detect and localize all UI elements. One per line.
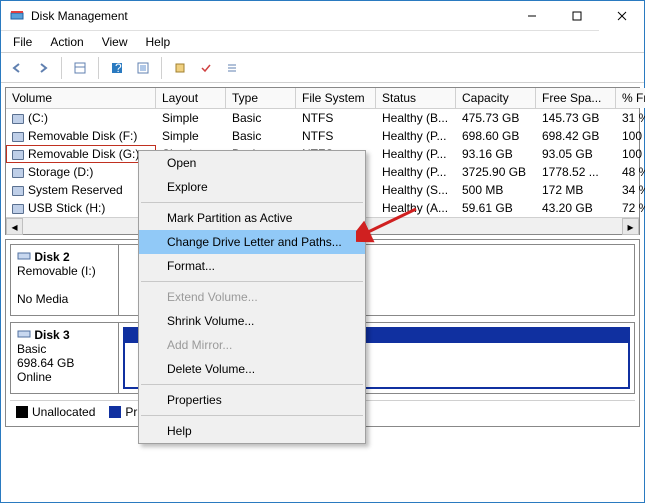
settings-button[interactable]	[168, 56, 192, 80]
col-free[interactable]: Free Spa...	[536, 88, 616, 108]
ctx-properties[interactable]: Properties	[139, 388, 365, 412]
back-button[interactable]	[5, 56, 29, 80]
disk3-status: Online	[17, 370, 52, 384]
disk2-info: Disk 2 Removable (I:) No Media	[11, 245, 119, 315]
menubar: File Action View Help	[1, 31, 644, 53]
svg-text:?: ?	[115, 61, 122, 75]
disk3-name: Disk 3	[34, 328, 69, 342]
col-type[interactable]: Type	[226, 88, 296, 108]
scroll-left-button[interactable]: ◂	[6, 218, 23, 235]
ctx-change-drive-letter[interactable]: Change Drive Letter and Paths...	[139, 230, 365, 254]
legend-unallocated: Unallocated	[16, 405, 95, 419]
table-row[interactable]: (C:)SimpleBasicNTFSHealthy (B...475.73 G…	[6, 109, 639, 127]
ctx-add-mirror: Add Mirror...	[139, 333, 365, 357]
ctx-mark-active[interactable]: Mark Partition as Active	[139, 206, 365, 230]
ctx-shrink[interactable]: Shrink Volume...	[139, 309, 365, 333]
col-pct[interactable]: % Free	[616, 88, 645, 108]
ctx-delete[interactable]: Delete Volume...	[139, 357, 365, 381]
ctx-open[interactable]: Open	[139, 151, 365, 175]
ctx-explore[interactable]: Explore	[139, 175, 365, 199]
menu-help[interactable]: Help	[138, 33, 179, 51]
help-button[interactable]: ?	[105, 56, 129, 80]
context-menu: Open Explore Mark Partition as Active Ch…	[138, 150, 366, 444]
view-button[interactable]	[68, 56, 92, 80]
disk-icon	[17, 328, 31, 342]
maximize-button[interactable]	[554, 1, 599, 31]
disk2-name: Disk 2	[34, 250, 69, 264]
col-fs[interactable]: File System	[296, 88, 376, 108]
ctx-help[interactable]: Help	[139, 419, 365, 443]
ctx-extend: Extend Volume...	[139, 285, 365, 309]
disk3-info: Disk 3 Basic 698.64 GB Online	[11, 323, 119, 393]
forward-button[interactable]	[31, 56, 55, 80]
app-icon	[9, 8, 25, 24]
col-layout[interactable]: Layout	[156, 88, 226, 108]
scroll-right-button[interactable]: ▸	[622, 218, 639, 235]
check-button[interactable]	[194, 56, 218, 80]
disk2-type: Removable (I:)	[17, 264, 96, 278]
window-titlebar: Disk Management	[1, 1, 644, 31]
disk2-media: No Media	[17, 292, 68, 306]
menu-action[interactable]: Action	[42, 33, 91, 51]
list-button[interactable]	[220, 56, 244, 80]
toolbar: ?	[1, 53, 644, 83]
disk3-type: Basic	[17, 342, 46, 356]
table-row[interactable]: Removable Disk (F:)SimpleBasicNTFSHealth…	[6, 127, 639, 145]
close-button[interactable]	[599, 1, 644, 31]
column-headers: Volume Layout Type File System Status Ca…	[6, 88, 639, 109]
disk-icon	[17, 250, 31, 264]
menu-file[interactable]: File	[5, 33, 40, 51]
col-status[interactable]: Status	[376, 88, 456, 108]
refresh-button[interactable]	[131, 56, 155, 80]
ctx-format[interactable]: Format...	[139, 254, 365, 278]
col-capacity[interactable]: Capacity	[456, 88, 536, 108]
minimize-button[interactable]	[509, 1, 554, 31]
col-volume[interactable]: Volume	[6, 88, 156, 108]
menu-view[interactable]: View	[94, 33, 136, 51]
window-title: Disk Management	[31, 9, 509, 23]
disk3-size: 698.64 GB	[17, 356, 74, 370]
